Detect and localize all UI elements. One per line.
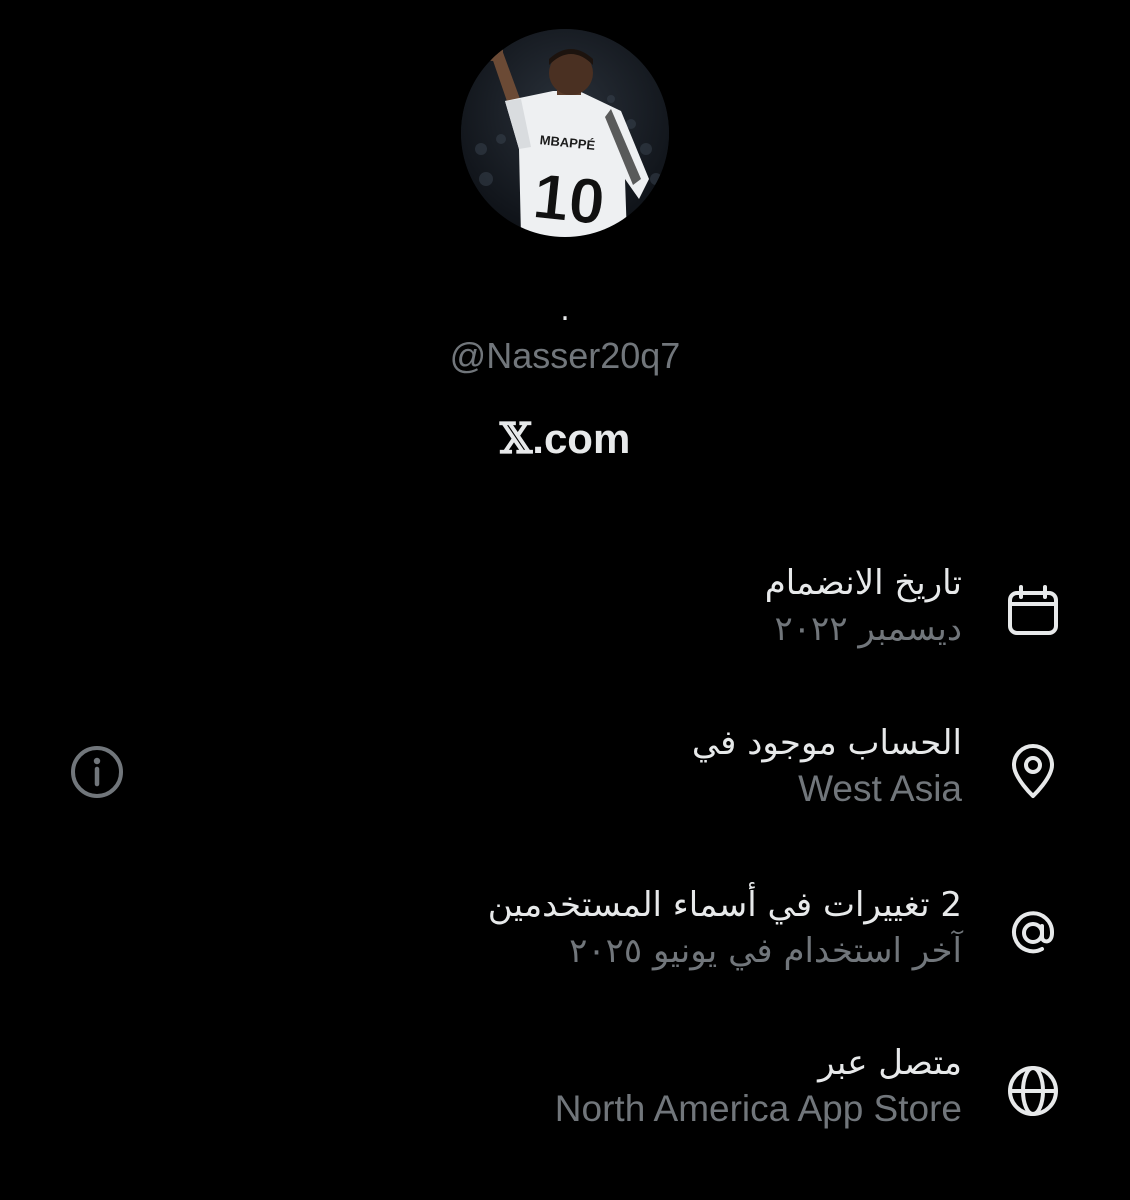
calendar-icon [1008,585,1058,635]
globe-icon [1008,1066,1058,1116]
connected-label: متصل عبر [818,1043,962,1083]
connected-value: North America App Store [554,1088,962,1129]
connected-via-row: متصل عبر North America App Store [0,1040,1130,1150]
usernames-label: 2 تغييرات في أسماء المستخدمين [487,885,962,925]
jersey-number: 10 [530,159,608,237]
usernames-value: آخر استخدام في يونيو ٢٠٢٥ [569,931,962,971]
x-logo: 𝕏 [499,414,533,463]
avatar[interactable]: MBAPPÉ 10 [461,29,669,237]
location-value: West Asia [798,768,962,809]
info-icon[interactable] [69,744,125,800]
connected-text: متصل عبر North America App Store [262,1040,962,1132]
location-text: الحساب موجود في West Asia [262,720,962,812]
joined-value: ديسمبر ٢٠٢٢ [774,609,962,649]
joined-text: تاريخ الانضمام ديسمبر ٢٠٢٢ [262,560,962,652]
account-location-row: الحساب موجود في West Asia [0,720,1130,830]
platform-suffix: .com [532,415,631,462]
usernames-text: 2 تغييرات في أسماء المستخدمين آخر استخدا… [262,882,962,974]
avatar-image: MBAPPÉ 10 [461,29,669,237]
location-pin-icon [1012,744,1054,798]
location-label: الحساب موجود في [691,723,962,763]
platform-label: 𝕏.com [0,413,1130,465]
username-changes-row: 2 تغييرات في أسماء المستخدمين آخر استخدا… [0,882,1130,992]
joined-label: تاريخ الانضمام [764,563,962,603]
at-sign-icon [1012,911,1055,954]
joined-date-row: تاريخ الانضمام ديسمبر ٢٠٢٢ [0,560,1130,670]
display-name: . [560,293,570,328]
user-handle: @Nasser20q7 [449,335,681,376]
